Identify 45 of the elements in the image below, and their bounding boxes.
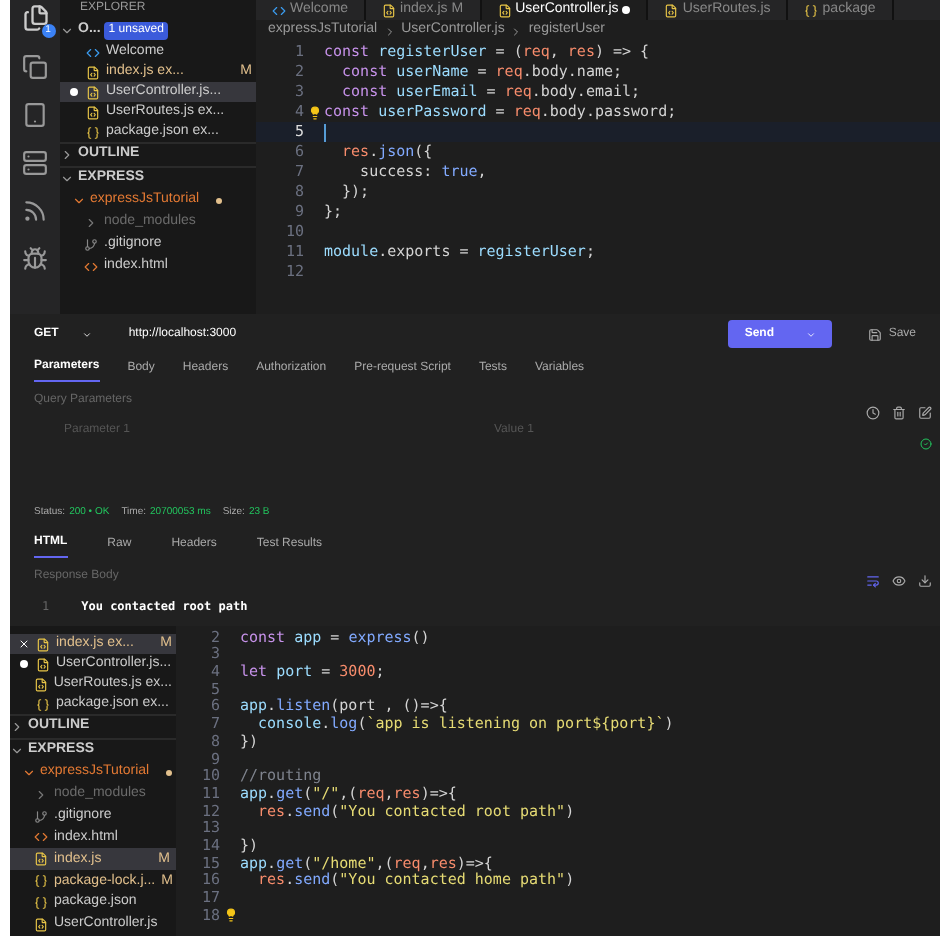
close-icon[interactable] <box>18 638 30 650</box>
braces-icon <box>34 896 48 911</box>
bug-icon[interactable] <box>22 246 48 272</box>
braces-icon <box>36 697 50 711</box>
edit-icon[interactable] <box>918 406 932 420</box>
chevron-icon <box>510 25 523 37</box>
chevron-icon <box>60 23 74 37</box>
braces-icon <box>34 874 48 889</box>
copy-icon[interactable] <box>22 54 48 80</box>
chevron-icon <box>806 329 817 339</box>
code-file-icon <box>664 3 679 17</box>
check-icon <box>920 438 932 450</box>
chevron-icon <box>383 25 396 37</box>
code-file-icon <box>86 65 100 79</box>
code-file-icon <box>34 918 48 933</box>
trash-icon[interactable] <box>892 406 906 420</box>
code-file-icon <box>497 3 512 17</box>
server-icon[interactable] <box>22 150 48 176</box>
code-icon <box>84 260 98 274</box>
code-file-icon <box>34 852 48 867</box>
wrap-icon[interactable] <box>866 574 880 588</box>
braces-icon <box>86 125 100 139</box>
code-file-icon <box>36 637 50 651</box>
branch-icon <box>34 809 48 824</box>
files-icon[interactable] <box>21 4 49 32</box>
code-file-icon <box>382 3 397 17</box>
braces-icon <box>804 3 819 17</box>
text-cursor <box>324 123 326 141</box>
eye-icon[interactable] <box>892 574 906 588</box>
code-file-icon <box>86 85 100 99</box>
code-file-icon <box>36 657 50 671</box>
code-file-icon <box>86 105 100 119</box>
save-icon <box>868 327 883 341</box>
code-icon <box>34 830 48 845</box>
download-icon[interactable] <box>918 574 932 588</box>
feed-icon[interactable] <box>22 198 48 224</box>
lightbulb-icon[interactable] <box>307 105 321 119</box>
code-file-icon <box>33 677 48 691</box>
chevron-icon <box>82 329 93 339</box>
code-icon <box>86 45 100 59</box>
tablet-icon[interactable] <box>22 102 48 128</box>
branch-icon <box>84 238 98 252</box>
code-icon <box>272 3 286 17</box>
lightbulb-icon[interactable] <box>223 907 237 922</box>
history-icon[interactable] <box>866 406 880 420</box>
